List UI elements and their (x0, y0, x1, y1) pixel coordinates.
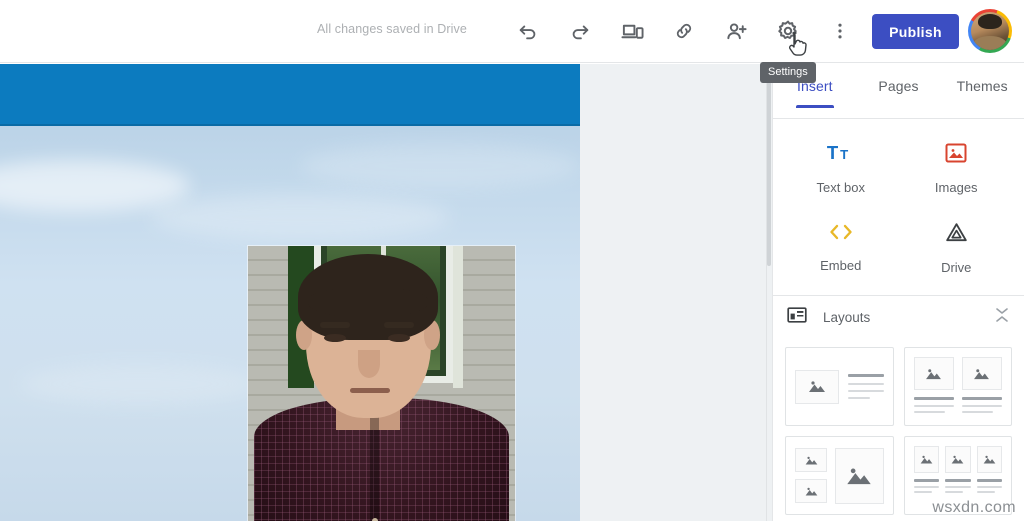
cloud-shape (20, 364, 260, 404)
settings-tooltip: Settings (760, 62, 816, 83)
layout-thumb-image (914, 446, 940, 473)
insert-items-grid: T T Text box Images (773, 119, 1024, 295)
text-box-icon: T T (826, 141, 856, 170)
insert-images-label: Images (935, 180, 978, 195)
redo-button[interactable] (558, 9, 602, 53)
layouts-section-header[interactable]: Layouts (773, 295, 1024, 339)
insert-drive[interactable]: Drive (899, 215, 1015, 281)
more-vert-icon (830, 21, 850, 41)
layout-thumb-image (795, 448, 827, 472)
photo-shirt-placket (370, 406, 379, 521)
layout-thumb-image (945, 446, 971, 473)
svg-text:T: T (840, 147, 848, 162)
layout-thumb-image (977, 446, 1003, 473)
vertical-scrollbar[interactable] (767, 66, 771, 266)
photo-subject-brow-left (320, 322, 350, 328)
person-add-icon (725, 20, 748, 43)
cloud-shape (300, 144, 580, 188)
insert-text-box[interactable]: T T Text box (783, 135, 899, 201)
layouts-grid-icon (787, 305, 807, 330)
publish-button[interactable]: Publish (872, 14, 959, 49)
editor-canvas-area (0, 64, 766, 521)
drive-icon (944, 221, 969, 250)
layout-thumb-columns (914, 357, 1003, 413)
tab-pages[interactable]: Pages (857, 78, 941, 108)
photo-subject-mouth (350, 388, 390, 393)
layouts-grid (773, 339, 1024, 527)
tab-themes[interactable]: Themes (940, 78, 1024, 108)
photo-subject-brow-right (384, 322, 414, 328)
layout-thumb-columns (914, 446, 1003, 493)
share-button[interactable] (714, 9, 758, 53)
copy-link-button[interactable] (662, 9, 706, 53)
layout-option-1[interactable] (785, 347, 894, 426)
collapse-chevrons-icon[interactable] (994, 306, 1010, 329)
layout-thumb-image (962, 357, 1002, 390)
photo-subject-eye-left (324, 334, 346, 342)
undo-button[interactable] (506, 9, 550, 53)
layout-option-4[interactable] (904, 436, 1013, 515)
preview-button[interactable] (610, 9, 654, 53)
layouts-section-title: Layouts (823, 310, 994, 325)
layout-thumb-text (848, 374, 884, 399)
site-header-banner[interactable] (0, 64, 580, 126)
layout-thumb-small-column (795, 448, 827, 503)
layout-thumb-image (914, 357, 954, 390)
save-status-text: All changes saved in Drive (317, 22, 467, 36)
redo-icon (569, 20, 591, 42)
layout-thumb-image (795, 479, 827, 503)
link-icon (673, 20, 695, 42)
photo-subject-nose (358, 350, 380, 378)
photo-subject-eye-right (388, 334, 410, 342)
cloud-shape (0, 160, 190, 212)
insert-drive-label: Drive (941, 260, 971, 275)
undo-icon (517, 20, 539, 42)
svg-text:T: T (827, 142, 839, 163)
avatar-image (971, 12, 1009, 50)
preview-devices-icon (621, 20, 644, 43)
gear-icon (776, 19, 800, 43)
insert-panel: Insert Pages Themes T T Text box Ima (772, 64, 1024, 521)
insert-text-box-label: Text box (817, 180, 865, 195)
insert-embed-label: Embed (820, 258, 861, 273)
photo-subject-hair (298, 254, 438, 340)
layout-option-2[interactable] (904, 347, 1013, 426)
portrait-image[interactable] (248, 246, 515, 521)
images-icon (944, 141, 968, 170)
top-toolbar: All changes saved in Drive (0, 0, 1024, 63)
layout-thumb-image (795, 370, 839, 404)
insert-images[interactable]: Images (899, 135, 1015, 201)
site-page-canvas[interactable] (0, 64, 580, 521)
layout-thumb-image-large (835, 448, 884, 504)
insert-embed[interactable]: Embed (783, 215, 899, 281)
embed-code-icon (828, 221, 854, 248)
settings-button[interactable] (766, 9, 810, 53)
more-options-button[interactable] (818, 9, 862, 53)
photo-window-trim-right (453, 246, 463, 388)
cloud-shape (150, 194, 450, 240)
layout-option-3[interactable] (785, 436, 894, 515)
avatar[interactable] (968, 9, 1012, 53)
